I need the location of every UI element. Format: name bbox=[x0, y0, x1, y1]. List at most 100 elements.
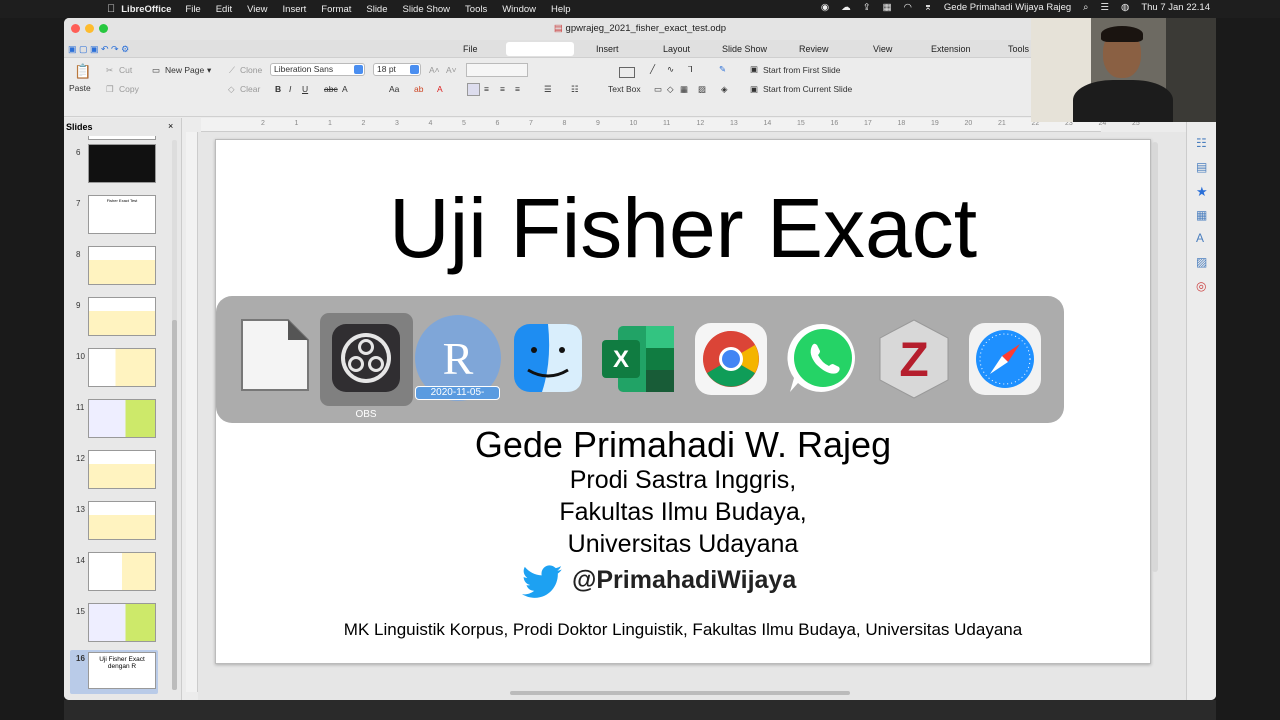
tab-tools[interactable]: Tools bbox=[1008, 44, 1029, 54]
canvas-vertical-scrollbar[interactable] bbox=[1152, 142, 1158, 572]
navigator-icon[interactable]: ◎ bbox=[1196, 279, 1210, 293]
slide-thumb-6[interactable] bbox=[88, 144, 156, 183]
new-page-icon[interactable]: ▭ bbox=[152, 65, 160, 76]
highlight-icon[interactable]: ab bbox=[414, 84, 423, 94]
menu-format[interactable]: Format bbox=[321, 4, 351, 15]
font-size-dropdown-icon[interactable] bbox=[410, 65, 419, 74]
course-footer[interactable]: MK Linguistik Korpus, Prodi Doktor Lingu… bbox=[216, 620, 1150, 640]
rectangle-icon[interactable]: ▭ bbox=[654, 84, 662, 95]
wifi-icon[interactable]: ◠ bbox=[904, 2, 912, 13]
menu-slide[interactable]: Slide bbox=[366, 4, 387, 15]
properties-icon[interactable]: ☷ bbox=[1196, 136, 1210, 150]
finder-icon[interactable] bbox=[512, 322, 584, 394]
align-right-icon[interactable]: ≡ bbox=[500, 84, 505, 94]
slideshow-current-icon[interactable]: ▣ bbox=[750, 84, 758, 95]
underline-icon[interactable]: U bbox=[302, 84, 308, 94]
new-page-button[interactable]: New Page bbox=[165, 65, 204, 75]
slide-thumb-16[interactable]: Uji Fisher Exact dengan R bbox=[88, 652, 156, 689]
image-icon[interactable]: ▨ bbox=[698, 84, 706, 95]
paste-icon[interactable]: 📋 bbox=[74, 63, 91, 80]
clear-icon[interactable]: ◇ bbox=[228, 84, 235, 95]
new-page-dropdown-icon[interactable]: ▾ bbox=[207, 65, 211, 76]
slide-thumb-9[interactable] bbox=[88, 297, 156, 336]
siri-icon[interactable]: ◍ bbox=[1121, 2, 1129, 13]
align-left-icon[interactable] bbox=[467, 83, 480, 96]
control-center-icon[interactable]: ☰ bbox=[1101, 2, 1110, 13]
tab-insert[interactable]: Insert bbox=[596, 44, 619, 54]
text-box-icon[interactable] bbox=[619, 67, 635, 78]
quick-access-icons[interactable]: ▣ ▢ ▣ ↶ ↷ ⚙ bbox=[68, 44, 129, 55]
affiliation-line-3[interactable]: Universitas Udayana bbox=[216, 530, 1150, 559]
font-color-icon[interactable]: A bbox=[437, 84, 443, 94]
slides-scrollbar-thumb[interactable] bbox=[172, 320, 177, 690]
menu-file[interactable]: File bbox=[185, 4, 200, 15]
clone-button[interactable]: Clone bbox=[240, 65, 262, 75]
menu-insert[interactable]: Insert bbox=[283, 4, 307, 15]
menu-view[interactable]: View bbox=[247, 4, 267, 15]
menubar-clock[interactable]: Thu 7 Jan 22.14 bbox=[1141, 2, 1210, 13]
copy-button[interactable]: Copy bbox=[119, 84, 139, 94]
slide-thumb-11[interactable] bbox=[88, 399, 156, 438]
start-current-slide-button[interactable]: Start from Current Slide bbox=[763, 84, 852, 94]
menu-tools[interactable]: Tools bbox=[465, 4, 487, 15]
tab-review[interactable]: Review bbox=[799, 44, 829, 54]
thumb-5-partial[interactable] bbox=[88, 136, 156, 140]
diamond-icon[interactable]: ◇ bbox=[667, 84, 674, 95]
slide-thumb-10[interactable] bbox=[88, 348, 156, 387]
airplay-icon[interactable]: ⌆ bbox=[924, 2, 932, 13]
line-icon[interactable]: ╱ bbox=[650, 64, 655, 75]
shadow-icon[interactable]: A bbox=[342, 84, 348, 94]
tab-home[interactable] bbox=[506, 42, 574, 56]
paragraph-spacing-icon[interactable]: ☷ bbox=[571, 84, 579, 95]
excel-icon[interactable]: X bbox=[600, 324, 676, 394]
menu-slideshow[interactable]: Slide Show bbox=[403, 4, 451, 15]
fill-color-icon[interactable]: ◈ bbox=[721, 84, 728, 95]
menu-help[interactable]: Help bbox=[551, 4, 571, 15]
font-size-select[interactable]: 18 pt bbox=[373, 63, 421, 76]
font-name-select[interactable]: Liberation Sans bbox=[270, 63, 365, 76]
case-icon[interactable]: Aa bbox=[389, 84, 399, 94]
apple-icon[interactable]:  bbox=[107, 3, 115, 15]
zoom-window-button[interactable] bbox=[99, 24, 108, 33]
menu-edit[interactable]: Edit bbox=[216, 4, 232, 15]
start-first-slide-button[interactable]: Start from First Slide bbox=[763, 65, 840, 75]
line-color-icon[interactable]: ✎ bbox=[719, 64, 726, 75]
safari-icon[interactable] bbox=[968, 322, 1042, 396]
slide-thumb-15[interactable] bbox=[88, 603, 156, 642]
font-name-dropdown-icon[interactable] bbox=[354, 65, 363, 74]
connector-icon[interactable]: ⅂ bbox=[688, 64, 693, 75]
close-panel-icon[interactable]: × bbox=[168, 121, 173, 131]
slide-transition-icon[interactable]: ▤ bbox=[1196, 160, 1210, 174]
slide-thumb-12[interactable] bbox=[88, 450, 156, 489]
slide-title[interactable]: Uji Fisher Exact bbox=[216, 180, 1150, 277]
cut-icon[interactable]: ✂ bbox=[106, 65, 113, 76]
tab-extension[interactable]: Extension bbox=[931, 44, 971, 54]
horizontal-ruler[interactable]: 2 1 1 2 3 4 5 6 7 8 9 10 11 12 13 14 15 16 17 18 19 20 21 22 23 2… bbox=[201, 118, 1140, 132]
text-box-button[interactable]: Text Box bbox=[608, 84, 641, 94]
styles-icon[interactable]: A bbox=[1196, 231, 1210, 245]
menubar-user[interactable]: Gede Primahadi Wijaya Rajeg bbox=[944, 2, 1071, 13]
shrink-font-icon[interactable]: A˅ bbox=[446, 65, 457, 75]
slide-thumb-13[interactable] bbox=[88, 501, 156, 540]
grow-font-icon[interactable]: A˄ bbox=[429, 65, 440, 75]
strikethrough-icon[interactable]: abc bbox=[324, 84, 338, 94]
table-icon[interactable]: ▦ bbox=[680, 84, 688, 95]
gallery-icon[interactable]: ▨ bbox=[1196, 255, 1210, 269]
line-spacing-icon[interactable]: ☰ bbox=[544, 84, 552, 95]
close-window-button[interactable] bbox=[71, 24, 80, 33]
slide-thumb-14[interactable] bbox=[88, 552, 156, 591]
tab-layout[interactable]: Layout bbox=[663, 44, 690, 54]
bold-icon[interactable]: B bbox=[275, 84, 281, 94]
cloud-icon[interactable]: ☁ bbox=[841, 2, 851, 13]
tab-view[interactable]: View bbox=[873, 44, 892, 54]
tab-slideshow[interactable]: Slide Show bbox=[722, 44, 767, 54]
chrome-icon[interactable] bbox=[694, 322, 768, 396]
slideshow-first-icon[interactable]: ▣ bbox=[750, 64, 758, 75]
libreoffice-icon[interactable] bbox=[236, 316, 314, 394]
slide-thumb-8[interactable] bbox=[88, 246, 156, 285]
zotero-icon[interactable]: Z bbox=[876, 318, 952, 400]
justify-icon[interactable]: ≡ bbox=[515, 84, 520, 94]
spotlight-icon[interactable]: ⌕ bbox=[1083, 2, 1088, 13]
curve-icon[interactable]: ∿ bbox=[667, 64, 674, 75]
whatsapp-icon[interactable] bbox=[784, 320, 862, 398]
